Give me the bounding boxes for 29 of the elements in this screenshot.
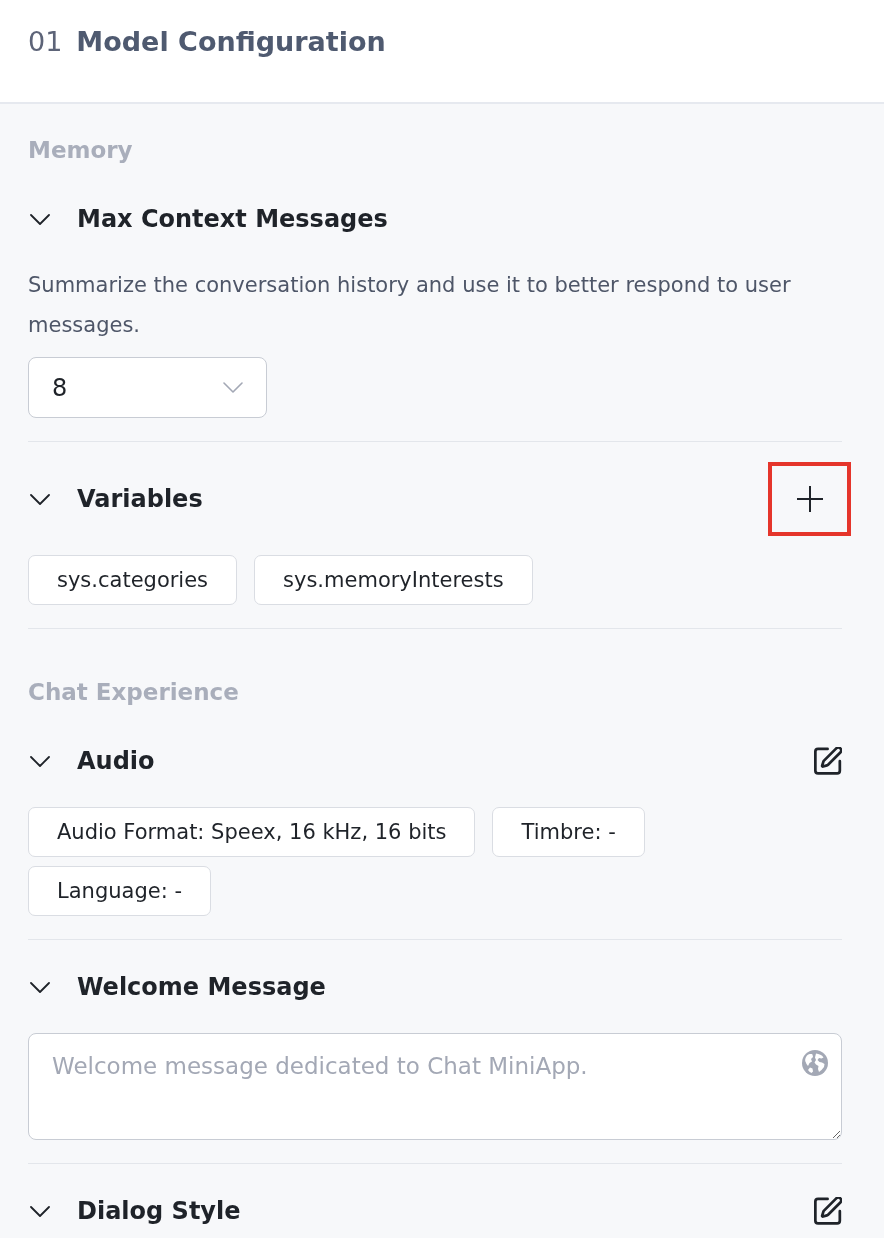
tag: sys.memoryInterests [254, 555, 533, 605]
tag: sys.categories [28, 555, 238, 605]
add-button[interactable] [768, 462, 851, 536]
count-select[interactable]: 8 [28, 357, 267, 418]
edit-icon [814, 1197, 842, 1225]
chevron-down-icon [223, 382, 243, 393]
page-title: Model Configuration [76, 25, 386, 59]
panel-title: Variables [77, 484, 204, 515]
chevron-down-icon[interactable] [30, 213, 50, 225]
panel-title: Dialog Style [77, 1196, 242, 1227]
step-number: 01 [28, 25, 63, 59]
chevron-down-icon[interactable] [30, 493, 50, 505]
plus-icon [795, 485, 824, 513]
chevron-down-icon[interactable] [30, 981, 50, 993]
panel-title: Welcome Message [77, 972, 327, 1003]
edit-button[interactable] [814, 747, 842, 775]
panel-title: Max Context Messages [77, 204, 389, 235]
chevron-down-icon[interactable] [30, 1205, 50, 1217]
description-text: Summarize the conversation history and use it to better respond to user messages. [28, 272, 792, 339]
section-label: Chat Experience [28, 678, 240, 707]
section-label: Memory [28, 136, 134, 165]
edit-button[interactable] [814, 1197, 842, 1225]
tag: Language: - [28, 866, 211, 916]
panel-title: Audio [77, 746, 156, 777]
message-textarea[interactable]: Welcome message dedicated to Chat MiniApp. [28, 1033, 842, 1140]
chevron-down-icon[interactable] [30, 755, 50, 767]
tag: Timbre: - [492, 807, 645, 857]
edit-icon [814, 747, 842, 775]
tag: Audio Format: Speex, 16 kHz, 16 bits [28, 807, 476, 857]
